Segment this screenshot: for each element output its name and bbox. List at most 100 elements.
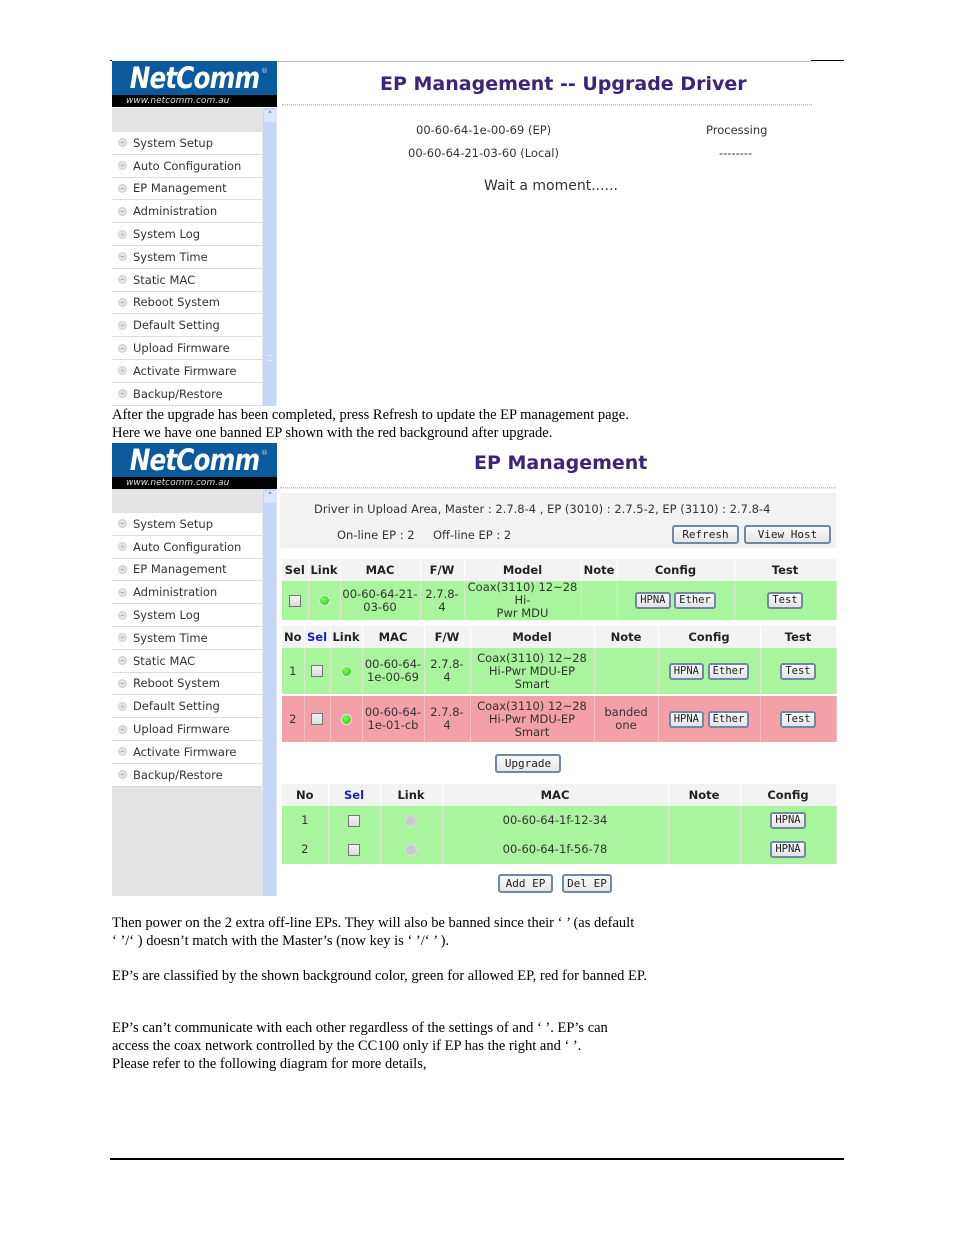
col-model: Model (470, 626, 595, 648)
sidebar-item-label: Static MAC (133, 653, 196, 668)
scroll-thumb-grip[interactable] (267, 355, 273, 361)
col-fw: F/W (420, 559, 465, 581)
paragraph-access: access the coax network controlled by th… (112, 1038, 582, 1054)
sidebar-nav: System Setup Auto Configuration EP Managem… (112, 489, 262, 896)
col-link: Link (380, 784, 443, 806)
test-button[interactable]: Test (780, 710, 816, 728)
screenshot-ep-management: NetComm ® www.netcomm.com.au System Setu… (112, 443, 837, 896)
hpna-button[interactable]: HPNA (635, 592, 671, 609)
sidebar-item-reboot-system[interactable]: Reboot System (112, 672, 262, 696)
col-fw: F/W (424, 626, 471, 648)
sidebar-item-auto-configuration[interactable]: Auto Configuration (112, 154, 262, 178)
sidebar-item-auto-configuration[interactable]: Auto Configuration (112, 535, 262, 559)
test-button[interactable]: Test (767, 592, 803, 609)
col-link: Link (330, 626, 363, 648)
sidebar-item-system-log[interactable]: System Log (112, 604, 262, 627)
col-link: Link (308, 559, 341, 581)
sidebar-item-reboot-system[interactable]: Reboot System (112, 291, 262, 315)
sidebar-item-static-mac[interactable]: Static MAC (112, 649, 262, 673)
sidebar-item-label: System Setup (133, 516, 214, 531)
local-ep-table: Sel Link MAC F/W Model Note Config Test … (282, 559, 837, 620)
view-host-button[interactable]: View Host (744, 525, 831, 544)
sidebar-item-administration[interactable]: Administration (112, 581, 262, 605)
local-table-header: Sel Link MAC F/W Model Note Config Test (282, 559, 837, 581)
bullet-icon (118, 519, 127, 529)
mac-cell: 00-60-64- 1e-00-69 (362, 648, 425, 695)
sidebar-item-label: Activate Firmware (133, 744, 237, 759)
link-online-icon (340, 713, 352, 725)
hpna-button[interactable]: HPNA (668, 710, 705, 728)
col-no: No (282, 626, 305, 648)
select-checkbox[interactable] (311, 713, 323, 725)
netcomm-logo: NetComm ® www.netcomm.com.au (112, 61, 277, 107)
logo-url: www.netcomm.com.au (112, 95, 277, 107)
sidebar-item-system-setup[interactable]: System Setup (112, 132, 262, 155)
test-button[interactable]: Test (780, 662, 816, 680)
mac-cell: 00-60-64-21- 03-60 (340, 581, 421, 620)
sidebar-item-activate-firmware[interactable]: Activate Firmware (112, 740, 262, 764)
ether-button[interactable]: Ether (707, 662, 750, 680)
select-checkbox[interactable] (348, 843, 360, 856)
sidebar-item-upload-firmware[interactable]: Upload Firmware (112, 718, 262, 741)
col-note: Note (594, 626, 659, 648)
col-note: Note (668, 784, 741, 806)
sidebar-item-administration[interactable]: Administration (112, 200, 262, 224)
scroll-up-icon[interactable]: ˄ (264, 491, 276, 503)
sidebar-item-label: EP Management (133, 181, 227, 196)
sidebar-item-system-setup[interactable]: System Setup (112, 513, 262, 536)
col-sel[interactable]: Sel (304, 626, 331, 648)
no-cell: 2 (282, 835, 329, 864)
fw-cell: 2.7.8- 4 (420, 581, 465, 620)
sidebar-item-label: Reboot System (133, 295, 220, 310)
col-test: Test (734, 559, 837, 581)
ep-mac: 00-60-64-1e-00-69 (EP) (416, 123, 552, 137)
sidebar-scrollbar[interactable]: ˄ (262, 489, 277, 896)
col-model: Model (464, 559, 582, 581)
sidebar-item-backup-restore[interactable]: Backup/Restore (112, 763, 262, 787)
sidebar-nav: System Setup Auto Configuration EP Managem… (112, 108, 262, 406)
select-checkbox[interactable] (311, 665, 323, 677)
paragraph-refresh: After the upgrade has been completed, pr… (112, 407, 629, 423)
sidebar-item-system-log[interactable]: System Log (112, 223, 262, 246)
no-cell: 1 (282, 648, 305, 695)
bullet-icon (118, 701, 127, 711)
bullet-icon (118, 747, 127, 757)
hpna-button[interactable]: HPNA (770, 841, 806, 858)
bullet-icon (118, 252, 127, 262)
paragraph-banned: Here we have one banned EP shown with th… (112, 425, 553, 441)
add-ep-button[interactable]: Add EP (498, 874, 553, 893)
sidebar-item-ep-management[interactable]: EP Management (112, 558, 262, 582)
sidebar-item-default-setting[interactable]: Default Setting (112, 695, 262, 719)
hpna-button[interactable]: HPNA (668, 662, 705, 680)
paragraph-refer: Please refer to the following diagram fo… (112, 1056, 427, 1072)
del-ep-button[interactable]: Del EP (562, 874, 612, 893)
sidebar-item-label: System Log (133, 608, 201, 623)
sidebar-item-system-time[interactable]: System Time (112, 245, 262, 269)
hpna-button[interactable]: HPNA (770, 812, 806, 829)
sidebar-item-system-time[interactable]: System Time (112, 626, 262, 650)
sidebar-item-label: System Log (133, 227, 201, 242)
col-sel[interactable]: Sel (328, 784, 381, 806)
sidebar-item-label: Backup/Restore (133, 767, 223, 782)
note-cell (668, 806, 741, 835)
ether-button[interactable]: Ether (707, 710, 750, 728)
sidebar-item-ep-management[interactable]: EP Management (112, 177, 262, 201)
bullet-icon (118, 389, 127, 399)
refresh-button[interactable]: Refresh (672, 525, 739, 544)
title-separator (282, 104, 812, 106)
sidebar-item-static-mac[interactable]: Static MAC (112, 268, 262, 292)
ether-button[interactable]: Ether (674, 592, 716, 609)
footer-rule (110, 1158, 844, 1160)
note-cell (581, 581, 618, 620)
sidebar-item-default-setting[interactable]: Default Setting (112, 314, 262, 338)
sidebar-item-upload-firmware[interactable]: Upload Firmware (112, 337, 262, 360)
upgrade-button[interactable]: Upgrade (495, 754, 561, 773)
sidebar-item-activate-firmware[interactable]: Activate Firmware (112, 359, 262, 383)
select-checkbox[interactable] (348, 814, 360, 827)
sidebar-item-backup-restore[interactable]: Backup/Restore (112, 382, 262, 406)
select-checkbox[interactable] (288, 594, 301, 607)
sidebar-item-label: Administration (133, 585, 218, 600)
paragraph-power-on-cont: ‘ ’/‘ ) doesn’t match with the Master’s … (112, 933, 450, 949)
scroll-up-icon[interactable]: ˄ (264, 110, 276, 122)
sidebar-scrollbar[interactable]: ˄ (262, 108, 277, 406)
